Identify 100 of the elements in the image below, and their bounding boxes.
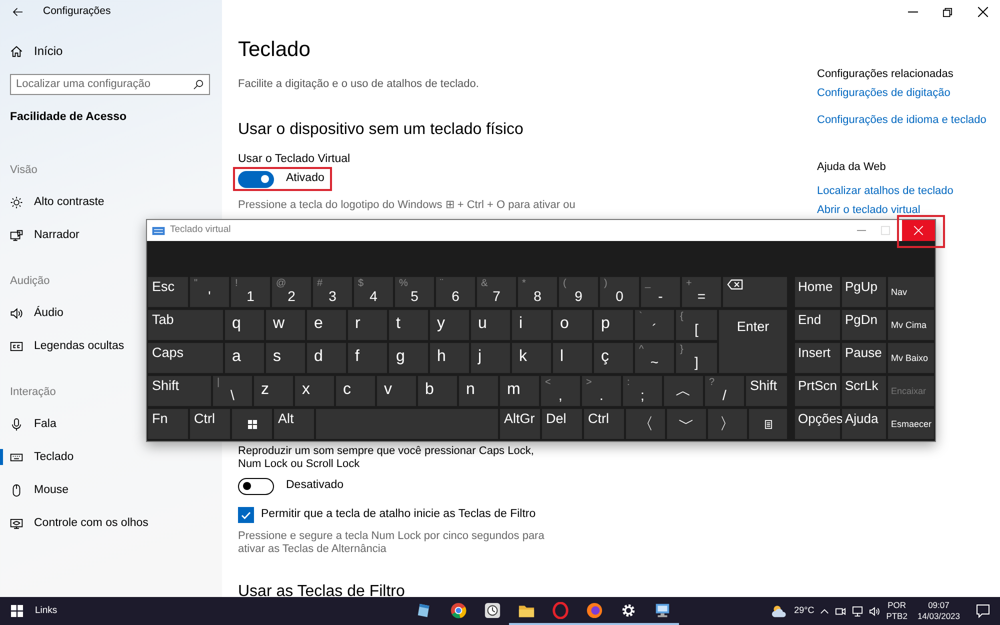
keyboard-key[interactable]: _ - — [641, 277, 680, 307]
keyboard-key[interactable]: Ctrl — [584, 409, 624, 439]
clock[interactable]: 09:07 14/03/2023 — [917, 600, 960, 622]
sidebar-item[interactable]: Narrador — [0, 227, 80, 243]
keyboard-key[interactable]: ScrLk — [842, 376, 886, 406]
keyboard-key[interactable]: y — [430, 310, 469, 340]
keyboard-key[interactable]: Ajuda — [842, 409, 886, 439]
search-field[interactable]: Localizar uma configuração — [10, 74, 210, 95]
keyboard-key[interactable]: > . — [582, 376, 621, 406]
keyboard-key[interactable]: Del — [542, 409, 582, 439]
keyboard-key[interactable]: End — [795, 310, 840, 340]
keyboard-key[interactable]: * 8 — [518, 277, 557, 307]
menu-key[interactable] — [749, 409, 787, 439]
keyboard-key[interactable]: PgDn — [842, 310, 886, 340]
toggle-switch[interactable] — [238, 478, 274, 494]
keyboard-key[interactable]: % 5 — [395, 277, 434, 307]
keyboard-key[interactable]: Mv Cima — [888, 310, 934, 340]
notification-icon[interactable] — [976, 604, 990, 618]
keyboard-key[interactable]: e — [307, 310, 346, 340]
keyboard-key[interactable]: j — [471, 343, 510, 373]
sidebar-item[interactable]: Áudio — [0, 305, 64, 321]
keyboard-key[interactable]: ( 9 — [559, 277, 598, 307]
language-indicator[interactable]: POR PTB2 — [886, 600, 908, 622]
keyboard-key[interactable]: f — [348, 343, 387, 373]
speaker-icon[interactable] — [869, 606, 880, 616]
sidebar-item[interactable]: Legendas ocultas — [0, 338, 124, 354]
keyboard-key[interactable]: d — [307, 343, 346, 373]
keyboard-key[interactable]: i — [512, 310, 551, 340]
weather-temperature[interactable]: 29°C — [794, 604, 814, 618]
keyboard-key[interactable]: Nav — [888, 277, 934, 307]
keyboard-key[interactable]: x — [295, 376, 334, 406]
arrow-key[interactable]: ﹀ — [667, 409, 706, 439]
sidebar-item[interactable]: Teclado — [0, 449, 74, 465]
keyboard-key[interactable]: : ; — [623, 376, 662, 406]
chevron-up-icon[interactable] — [820, 606, 830, 616]
keyboard-key[interactable]: b — [418, 376, 457, 406]
keyboard-key[interactable]: t — [389, 310, 428, 340]
keyboard-key[interactable]: ` ´ — [635, 310, 674, 340]
home-link[interactable]: Início — [0, 42, 69, 60]
keyboard-key[interactable]: PgUp — [842, 277, 886, 307]
keyboard-key[interactable]: + = — [682, 277, 721, 307]
toolbar-label[interactable]: Links — [35, 604, 58, 618]
keyboard-key[interactable]: Pause — [842, 343, 886, 373]
keyboard-key[interactable]: Shift — [148, 376, 211, 406]
keyboard-key[interactable]: ^ ~ — [635, 343, 674, 373]
keyboard-key[interactable]: k — [512, 343, 551, 373]
keyboard-key[interactable]: Ctrl — [190, 409, 230, 439]
help-link[interactable]: Localizar atalhos de teclado — [817, 184, 954, 199]
keyboard-key[interactable]: Insert — [795, 343, 840, 373]
keyboard-key[interactable]: $ 4 — [354, 277, 393, 307]
keyboard-key[interactable]: & 7 — [477, 277, 516, 307]
keyboard-key[interactable]: w — [266, 310, 305, 340]
keyboard-key[interactable]: p — [594, 310, 633, 340]
keyboard-key[interactable]: | \ — [213, 376, 252, 406]
keyboard-key[interactable]: Alt — [274, 409, 314, 439]
keyboard-key[interactable]: ) 0 — [600, 277, 639, 307]
keyboard-key[interactable]: s — [266, 343, 305, 373]
keyboard-key[interactable]: Shift — [746, 376, 787, 406]
keyboard-key[interactable]: ? / — [705, 376, 744, 406]
checkbox[interactable] — [238, 506, 254, 523]
sidebar-item[interactable]: Fala — [0, 416, 56, 432]
arrow-key[interactable]: ︿ — [664, 376, 703, 406]
keyboard-key[interactable]: Esmaecer — [888, 409, 934, 439]
keyboard-key[interactable]: q — [225, 310, 264, 340]
keyboard-key[interactable]: Esc — [148, 277, 188, 307]
network-icon[interactable] — [852, 606, 864, 616]
keyboard-key[interactable]: PrtScn — [795, 376, 840, 406]
keyboard-key[interactable]: Tab — [148, 310, 223, 340]
enter-key[interactable]: Enter — [719, 310, 787, 373]
keyboard-key[interactable]: u — [471, 310, 510, 340]
sidebar-item[interactable]: Controle com os olhos — [0, 515, 148, 531]
keyboard-key[interactable]: o — [553, 310, 592, 340]
keyboard-key[interactable]: r — [348, 310, 387, 340]
settings-link[interactable]: Configurações de idioma e teclado — [817, 113, 986, 128]
camera-icon[interactable] — [835, 606, 846, 616]
settings-link[interactable]: Configurações de digitação — [817, 86, 950, 101]
keyboard-key[interactable]: Caps — [148, 343, 223, 373]
keyboard-key[interactable]: " ' — [190, 277, 229, 307]
keyboard-key[interactable]: ¨ 6 — [436, 277, 475, 307]
windows-key[interactable] — [232, 409, 272, 439]
keyboard-key[interactable]: l — [553, 343, 592, 373]
arrow-key[interactable]: 〈 — [626, 409, 665, 439]
keyboard-key[interactable]: { [ — [676, 310, 717, 340]
keyboard-key[interactable]: n — [459, 376, 498, 406]
keyboard-key[interactable]: Mv Baixo — [888, 343, 934, 373]
backspace-key[interactable] — [723, 277, 787, 307]
keyboard-key[interactable]: g — [389, 343, 428, 373]
toggle-switch[interactable] — [238, 170, 274, 188]
keyboard-key[interactable]: Home — [795, 277, 840, 307]
keyboard-key[interactable]: } ] — [676, 343, 717, 373]
keyboard-key[interactable]: z — [254, 376, 293, 406]
keyboard-key[interactable]: # 3 — [313, 277, 352, 307]
sidebar-item[interactable]: Alto contraste — [0, 194, 104, 210]
keyboard-key[interactable]: Opções — [795, 409, 840, 439]
keyboard-key[interactable]: v — [377, 376, 416, 406]
keyboard-key[interactable]: m — [500, 376, 539, 406]
keyboard-key[interactable]: @ 2 — [272, 277, 311, 307]
keyboard-key[interactable]: c — [336, 376, 375, 406]
keyboard-key[interactable]: h — [430, 343, 469, 373]
keyboard-key[interactable]: ç — [594, 343, 633, 373]
